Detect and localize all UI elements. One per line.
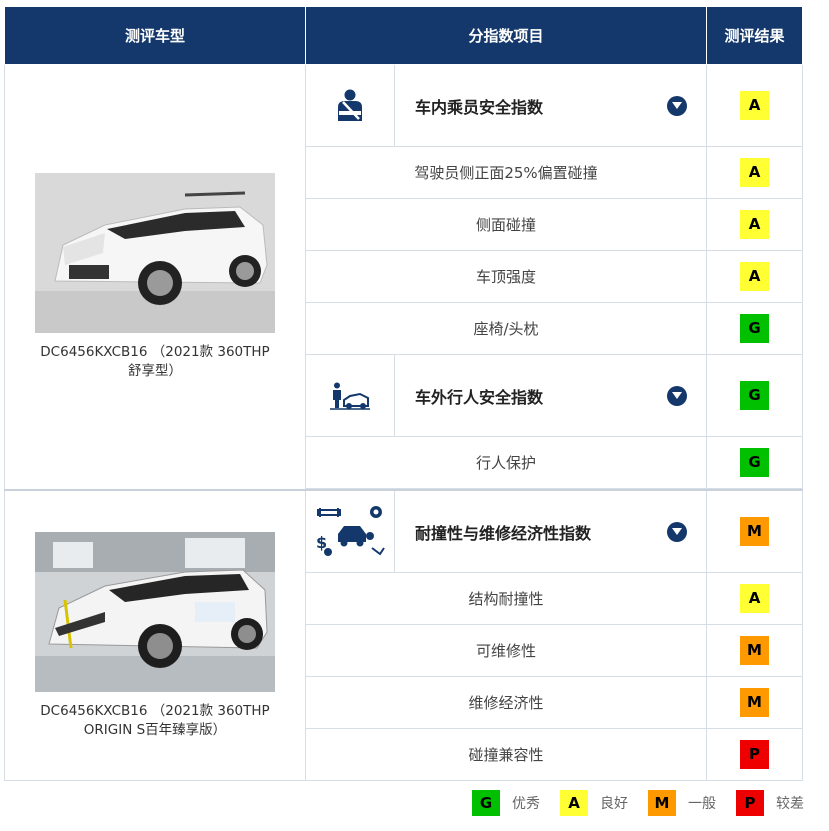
rating-badge: G [740, 381, 769, 410]
chevron-down-icon[interactable] [667, 521, 687, 542]
result-cell: G [706, 302, 803, 355]
result-cell: M [706, 624, 803, 677]
sub-item-label: 结构耐撞性 [305, 572, 707, 625]
rating-table: 测评车型 分指数项目 测评结果 DC6456KXCB16 （2021款 360T… [4, 6, 803, 781]
sub-item-label: 碰撞兼容性 [305, 728, 707, 781]
legend-badge: P [736, 790, 764, 816]
seatbelt-occupant-icon [306, 65, 395, 146]
header-items: 分指数项目 [305, 6, 707, 65]
car-name-1: DC6456KXCB16 （2021款 360THP 舒享型） [40, 344, 270, 379]
sub-item-label: 行人保护 [305, 436, 707, 489]
chevron-down-icon[interactable] [667, 385, 687, 406]
legend-good: G 优秀 [472, 790, 540, 816]
header-model: 测评车型 [4, 6, 306, 65]
category-cell: $ 耐撞性与维修经济性指数 [305, 489, 707, 573]
category-cell: 车内乘员安全指数 [305, 64, 707, 147]
sub-item-label: 座椅/头枕 [305, 302, 707, 355]
rating-badge: G [740, 448, 769, 477]
legend-marginal: M 一般 [648, 790, 716, 816]
legend-badge: A [560, 790, 588, 816]
sub-item-label: 车顶强度 [305, 250, 707, 303]
car-photo-crash-test-suv [35, 531, 275, 692]
result-cell: G [706, 354, 803, 437]
chevron-down-icon[interactable] [667, 95, 687, 116]
sub-item-label: 驾驶员侧正面25%偏置碰撞 [305, 146, 707, 199]
rating-badge: P [740, 740, 769, 769]
result-cell: A [706, 572, 803, 625]
sub-item-label: 维修经济性 [305, 676, 707, 729]
result-cell: A [706, 198, 803, 251]
result-cell: A [706, 250, 803, 303]
result-cell: P [706, 728, 803, 781]
category-cell: 车外行人安全指数 [305, 354, 707, 437]
sub-item-label: 可维修性 [305, 624, 707, 677]
car-name-2: DC6456KXCB16 （2021款 360THP ORIGIN S百年臻享版… [40, 702, 270, 738]
legend-badge: M [648, 790, 676, 816]
rating-badge: A [740, 91, 769, 120]
result-cell: A [706, 146, 803, 199]
legend-text: 良好 [600, 796, 628, 812]
rating-badge: M [740, 517, 769, 546]
rating-badge: A [740, 158, 769, 187]
result-cell: A [706, 64, 803, 147]
legend-badge: G [472, 790, 500, 816]
legend-text: 较差 [776, 796, 804, 812]
result-cell: M [706, 676, 803, 729]
legend-acceptable: A 良好 [560, 790, 628, 816]
result-cell: M [706, 489, 803, 573]
header-result: 测评结果 [706, 6, 803, 65]
category-label: 车外行人安全指数 [415, 387, 544, 407]
rating-badge: M [740, 688, 769, 717]
repair-economy-icon: $ [306, 491, 395, 572]
rating-badge: A [740, 584, 769, 613]
category-row-occupant[interactable]: DC6456KXCB16 （2021款 360THP 舒享型） 车内乘员安全指数… [4, 64, 803, 491]
legend-poor: P 较差 [736, 790, 804, 816]
rating-badge: A [740, 210, 769, 239]
table-header: 测评车型 分指数项目 测评结果 [4, 6, 803, 65]
sub-item-label: 侧面碰撞 [305, 198, 707, 251]
rating-badge: A [740, 262, 769, 291]
rating-badge: M [740, 636, 769, 665]
rating-badge: G [740, 314, 769, 343]
category-label: 耐撞性与维修经济性指数 [415, 523, 592, 543]
car-cell-2: DC6456KXCB16 （2021款 360THP ORIGIN S百年臻享版… [4, 489, 306, 781]
legend-text: 优秀 [512, 796, 540, 812]
category-row-repair[interactable]: DC6456KXCB16 （2021款 360THP ORIGIN S百年臻享版… [4, 489, 803, 781]
legend-text: 一般 [688, 796, 716, 812]
result-cell: G [706, 436, 803, 489]
car-photo-white-suv [35, 173, 275, 333]
category-label: 车内乘员安全指数 [415, 97, 544, 117]
car-cell-1: DC6456KXCB16 （2021款 360THP 舒享型） [4, 64, 306, 491]
pedestrian-car-icon [306, 355, 395, 436]
